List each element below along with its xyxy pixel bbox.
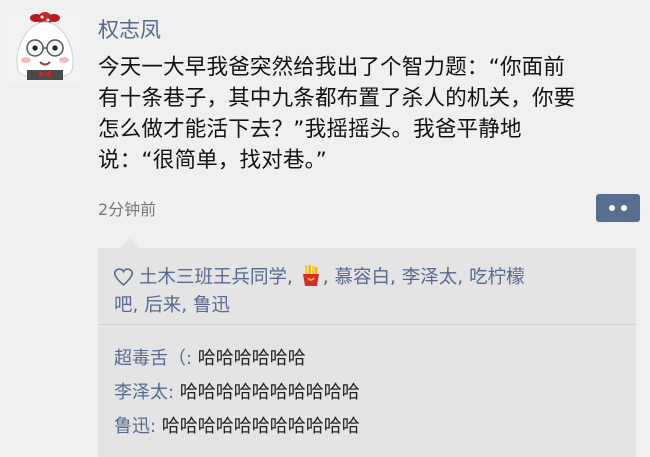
post-content: 今天一大早我爸突然给我出了个智力题：“你面前 有十条巷子，其中九条都布置了杀人的… [98, 52, 633, 176]
post-content-line: 有十条巷子，其中九条都布置了杀人的机关，你要 [98, 86, 576, 111]
comment-text: 哈哈哈哈哈哈 [192, 348, 306, 369]
post-content-line: 今天一大早我爸突然给我出了个智力题：“你面前 [98, 55, 566, 80]
more-button[interactable] [596, 194, 640, 222]
heart-icon [114, 268, 133, 286]
comment-text: 哈哈哈哈哈哈哈哈哈哈哈 [156, 416, 360, 437]
post-content-line: 怎么做才能活下去？”我摇摇头。我爸平静地 [98, 117, 522, 142]
comment-item[interactable]: 超毒舌（: 哈哈哈哈哈哈 [114, 344, 306, 370]
moments-post: 权志凤 今天一大早我爸突然给我出了个智力题：“你面前 有十条巷子，其中九条都布置… [0, 0, 650, 457]
comment-item[interactable]: 李泽太: 哈哈哈哈哈哈哈哈哈哈 [114, 378, 360, 404]
fries-emoji [302, 265, 319, 286]
more-dots-icon [609, 205, 615, 211]
post-content-line: 说：“很简单，找对巷。” [98, 148, 327, 173]
comment-item[interactable]: 鲁迅: 哈哈哈哈哈哈哈哈哈哈哈 [114, 412, 360, 438]
comment-author[interactable]: 超毒舌（: [114, 348, 192, 369]
author-name[interactable]: 权志凤 [98, 14, 161, 44]
comment-author[interactable]: 鲁迅: [114, 416, 156, 437]
likes-comments-box: 土木三班王兵同学, , 慕容白, 李泽太, 吃柠檬 吧, 后来, 鲁迅 超毒舌（… [98, 238, 636, 457]
avatar[interactable] [8, 10, 82, 84]
likes-line: 土木三班王兵同学, , 慕容白, 李泽太, 吃柠檬 [114, 264, 624, 292]
likes-names[interactable]: 土木三班王兵同学, [139, 267, 293, 288]
comment-box-arrow [120, 238, 140, 248]
comment-text: 哈哈哈哈哈哈哈哈哈哈 [174, 382, 360, 403]
likes-line[interactable]: 吧, 后来, 鲁迅 [114, 292, 624, 320]
post-time: 2分钟前 [98, 200, 157, 219]
comment-author[interactable]: 李泽太: [114, 382, 174, 403]
more-dots-icon [621, 205, 627, 211]
divider [98, 324, 636, 325]
likes-list: 土木三班王兵同学, , 慕容白, 李泽太, 吃柠檬 吧, 后来, 鲁迅 [114, 264, 624, 320]
likes-names[interactable]: , 慕容白, 李泽太, 吃柠檬 [323, 267, 525, 288]
